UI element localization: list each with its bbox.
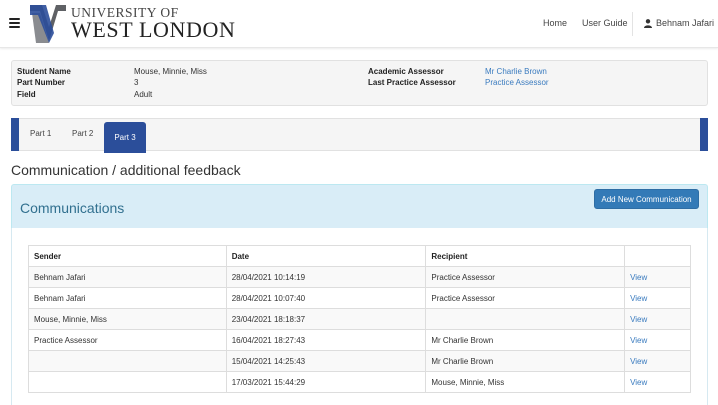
view-link[interactable]: View (624, 371, 691, 393)
academic-assessor-label: Academic Assessor (368, 67, 444, 76)
part-number-label: Part Number (17, 78, 66, 87)
sender-cell (28, 350, 227, 372)
academic-assessor-link[interactable]: Mr Charlie Brown (485, 67, 547, 76)
action-column-header (624, 245, 691, 267)
tabs-edge-left (11, 118, 19, 151)
view-link[interactable]: View (624, 350, 691, 372)
recipient-column-header: Recipient (425, 245, 626, 267)
recipient-cell: Practice Assessor (425, 266, 626, 288)
table-row: Mouse, Minnie, Miss 23/04/2021 18:18:37 … (28, 308, 691, 330)
recipient-cell: Practice Assessor (425, 287, 626, 309)
part-number-value: 3 (134, 78, 139, 87)
logo-text-main: WEST LONDON (71, 17, 236, 42)
logo-emblem-icon (30, 5, 66, 43)
menu-icon[interactable] (9, 18, 20, 28)
date-cell: 16/04/2021 18:27:43 (225, 329, 427, 351)
date-cell: 15/04/2021 14:25:43 (225, 350, 427, 372)
table-row: 17/03/2021 15:44:29 Mouse, Minnie, Miss … (28, 371, 691, 393)
date-column-header: Date (225, 245, 427, 267)
sender-cell: Behnam Jafari (28, 287, 227, 309)
recipient-cell: Mr Charlie Brown (425, 350, 626, 372)
student-name-value: Mouse, Minnie, Miss (134, 67, 207, 76)
date-cell: 28/04/2021 10:07:40 (225, 287, 427, 309)
date-cell: 23/04/2021 18:18:37 (225, 308, 427, 330)
page-title: Communication / additional feedback (11, 162, 241, 178)
sender-cell: Behnam Jafari (28, 266, 227, 288)
date-cell: 28/04/2021 10:14:19 (225, 266, 427, 288)
student-info-panel (11, 60, 708, 106)
tab-part-3[interactable]: Part 3 (104, 122, 146, 153)
sender-cell: Practice Assessor (28, 329, 227, 351)
nav-home-link[interactable]: Home (543, 18, 567, 28)
communications-table: Sender Date Recipient Behnam Jafari 28/0… (28, 245, 691, 393)
add-new-communication-button[interactable]: Add New Communication (594, 189, 699, 209)
sender-cell: Mouse, Minnie, Miss (28, 308, 227, 330)
user-icon (644, 19, 652, 28)
view-link[interactable]: View (624, 287, 691, 309)
recipient-cell: Mr Charlie Brown (425, 329, 626, 351)
student-name-label: Student Name (17, 67, 71, 76)
field-value: Adult (134, 90, 153, 99)
tab-part-2[interactable]: Part 2 (72, 129, 93, 138)
table-header-row: Sender Date Recipient (28, 245, 691, 267)
tabs-edge-right (700, 118, 708, 151)
view-link[interactable]: View (624, 308, 691, 330)
sender-cell (28, 371, 227, 393)
last-practice-assessor-label: Last Practice Assessor (368, 78, 456, 87)
communications-panel-title: Communications (20, 200, 125, 216)
nav-user-menu[interactable]: Behnam Jafari (656, 18, 714, 28)
nav-divider (632, 12, 633, 36)
table-row: Behnam Jafari 28/04/2021 10:14:19 Practi… (28, 266, 691, 288)
recipient-cell: Mouse, Minnie, Miss (425, 371, 626, 393)
last-practice-assessor-link[interactable]: Practice Assessor (485, 78, 549, 87)
university-logo[interactable]: UNIVERSITY OF WEST LONDON (28, 3, 235, 45)
table-row: 15/04/2021 14:25:43 Mr Charlie Brown Vie… (28, 350, 691, 372)
date-cell: 17/03/2021 15:44:29 (225, 371, 427, 393)
tab-part-1[interactable]: Part 1 (30, 129, 51, 138)
sender-column-header: Sender (28, 245, 227, 267)
field-label: Field (17, 90, 36, 99)
view-link[interactable]: View (624, 266, 691, 288)
recipient-cell (425, 308, 626, 330)
table-row: Practice Assessor 16/04/2021 18:27:43 Mr… (28, 329, 691, 351)
nav-user-guide-link[interactable]: User Guide (582, 18, 628, 28)
table-row: Behnam Jafari 28/04/2021 10:07:40 Practi… (28, 287, 691, 309)
view-link[interactable]: View (624, 329, 691, 351)
